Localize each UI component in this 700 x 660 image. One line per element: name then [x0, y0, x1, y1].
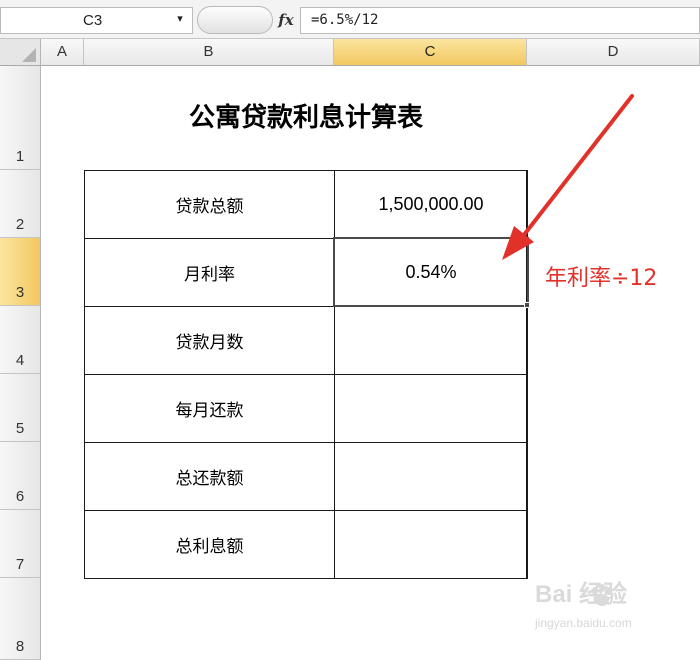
table-label-cell[interactable]: 每月还款 — [84, 374, 334, 442]
row-header-7[interactable]: 7 — [0, 510, 41, 578]
table-value-cell[interactable] — [334, 306, 527, 374]
column-header-b[interactable]: B — [84, 39, 334, 66]
row-header-2[interactable]: 2 — [0, 170, 41, 238]
row-header-4[interactable]: 4 — [0, 306, 41, 374]
select-all-triangle-icon — [22, 48, 36, 62]
column-header-c[interactable]: C — [334, 39, 527, 66]
table-value-cell[interactable] — [334, 374, 527, 442]
red-arrow-icon — [502, 94, 634, 260]
row-header-8[interactable]: 8 — [0, 578, 41, 660]
table-label-cell[interactable]: 贷款总额 — [84, 170, 334, 238]
table-border-bottom — [84, 578, 527, 579]
formula-bar-splitter[interactable] — [197, 6, 273, 34]
paw-icon — [592, 584, 612, 606]
row-header-3[interactable]: 3 — [0, 238, 41, 306]
row-header-6[interactable]: 6 — [0, 442, 41, 510]
column-header-a[interactable]: A — [41, 39, 84, 66]
table-label-cell[interactable]: 总利息额 — [84, 510, 334, 578]
name-box[interactable]: C3 — [0, 7, 193, 34]
sheet-title: 公寓贷款利息计算表 — [188, 103, 423, 133]
table-label-cell[interactable]: 月利率 — [84, 238, 334, 306]
table-value-cell[interactable] — [334, 442, 527, 510]
table-value-cell[interactable] — [334, 510, 527, 578]
baidu-watermark: Bai 经验 jingyan.baidu.com — [535, 575, 695, 635]
row-header-1[interactable]: 1 — [0, 66, 41, 170]
table-label-cell[interactable]: 总还款额 — [84, 442, 334, 510]
fill-handle[interactable] — [524, 302, 530, 308]
row-header-5[interactable]: 5 — [0, 374, 41, 442]
table-label-cell[interactable]: 贷款月数 — [84, 306, 334, 374]
insert-function-icon[interactable]: fx — [273, 7, 299, 34]
formula-input[interactable]: =6.5%/12 — [300, 7, 700, 34]
chevron-down-icon[interactable]: ▾ — [174, 13, 186, 24]
column-header-d[interactable]: D — [527, 39, 700, 66]
watermark-url: jingyan.baidu.com — [535, 616, 632, 630]
annotation-text: 年利率÷12 — [545, 266, 658, 291]
